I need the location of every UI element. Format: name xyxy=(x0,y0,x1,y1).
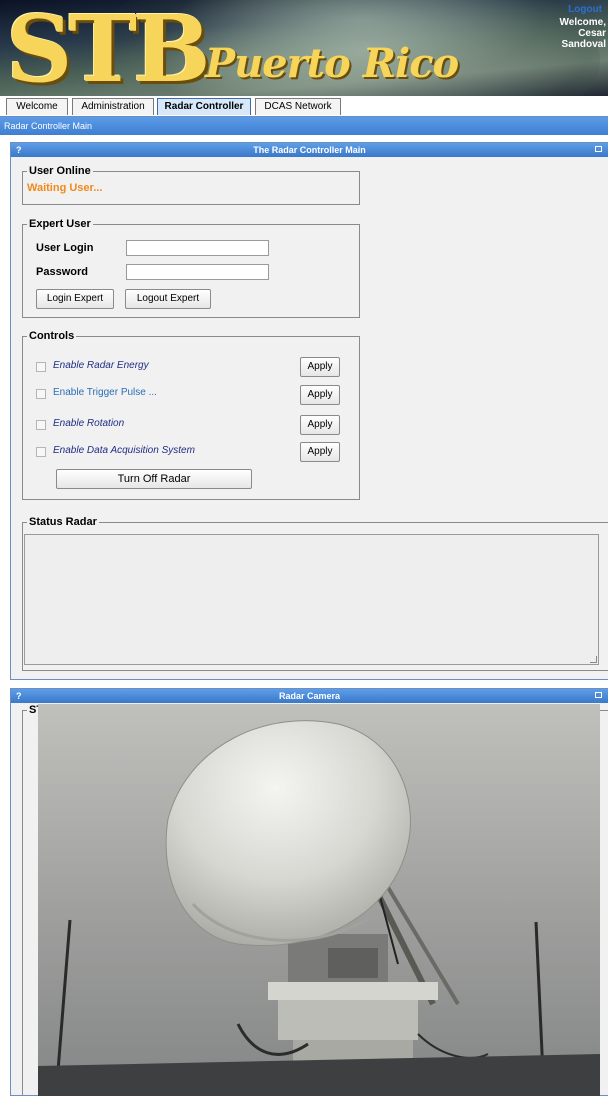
resize-grip-icon[interactable] xyxy=(590,656,597,663)
rotation-checkbox[interactable] xyxy=(36,420,46,430)
camera-minimize-icon[interactable] xyxy=(595,692,602,698)
apply-data-acquisition-button[interactable]: Apply xyxy=(300,442,340,462)
login-expert-button[interactable]: Login Expert xyxy=(36,289,114,309)
status-radar-legend: Status Radar xyxy=(29,516,97,528)
expert-user-legend: Expert User xyxy=(29,218,91,230)
welcome-last-name: Sandoval xyxy=(561,39,606,50)
apply-trigger-pulse-button[interactable]: Apply xyxy=(300,385,340,405)
user-online-legend: User Online xyxy=(29,165,91,177)
panel-header: ? The Radar Controller Main xyxy=(11,143,608,157)
user-login-input[interactable] xyxy=(126,240,269,256)
controls-legend: Controls xyxy=(29,330,75,342)
radar-energy-checkbox[interactable] xyxy=(36,362,46,372)
camera-panel-title: Radar Camera xyxy=(278,691,341,701)
logo-puerto-rico: Puerto Rico xyxy=(205,40,459,87)
trigger-pulse-checkbox[interactable] xyxy=(36,389,46,399)
logout-link[interactable]: Logout xyxy=(568,4,602,15)
radar-camera-image xyxy=(38,704,600,1096)
breadcrumb: Radar Controller Main xyxy=(0,117,608,135)
header-banner: STB Puerto Rico Logout Welcome, Cesar Sa… xyxy=(0,0,608,98)
welcome-greeting: Welcome, xyxy=(559,17,607,28)
tab-radar-controller[interactable]: Radar Controller xyxy=(157,98,251,115)
camera-help-icon[interactable]: ? xyxy=(16,689,22,703)
password-input[interactable] xyxy=(126,264,269,280)
tab-welcome[interactable]: Welcome xyxy=(6,98,68,115)
apply-rotation-button[interactable]: Apply xyxy=(300,415,340,435)
user-online-group: User Online Waiting User... xyxy=(22,165,360,205)
breadcrumb-item[interactable]: Radar Controller Main xyxy=(4,121,92,131)
welcome-first-name: Cesar xyxy=(578,28,606,39)
apply-radar-energy-button[interactable]: Apply xyxy=(300,357,340,377)
user-online-status: Waiting User... xyxy=(27,182,103,194)
turn-off-radar-button[interactable]: Turn Off Radar xyxy=(56,469,252,489)
trigger-pulse-label: Enable Trigger Pulse ... xyxy=(53,387,157,398)
password-label: Password xyxy=(36,266,88,278)
help-icon[interactable]: ? xyxy=(16,143,22,157)
rotation-label: Enable Rotation xyxy=(53,418,125,429)
status-radar-textarea[interactable] xyxy=(24,534,599,665)
user-login-label: User Login xyxy=(36,242,94,254)
minimize-icon[interactable] xyxy=(595,146,602,152)
camera-panel-header: ? Radar Camera xyxy=(11,689,608,703)
welcome-text: Welcome, Cesar Sandoval xyxy=(526,17,607,50)
data-acquisition-checkbox[interactable] xyxy=(36,447,46,457)
data-acquisition-label: Enable Data Acquisition System xyxy=(53,445,195,456)
panel-title: The Radar Controller Main xyxy=(253,145,366,155)
tab-dcas-network[interactable]: DCAS Network xyxy=(255,98,341,115)
radar-energy-label: Enable Radar Energy xyxy=(53,360,149,371)
logo-stb: STB xyxy=(6,0,211,98)
radar-camera-drawing xyxy=(38,704,600,1096)
tab-administration[interactable]: Administration xyxy=(72,98,154,115)
main-tabs: Welcome Administration Radar Controller … xyxy=(0,96,608,117)
logout-expert-button[interactable]: Logout Expert xyxy=(125,289,211,309)
